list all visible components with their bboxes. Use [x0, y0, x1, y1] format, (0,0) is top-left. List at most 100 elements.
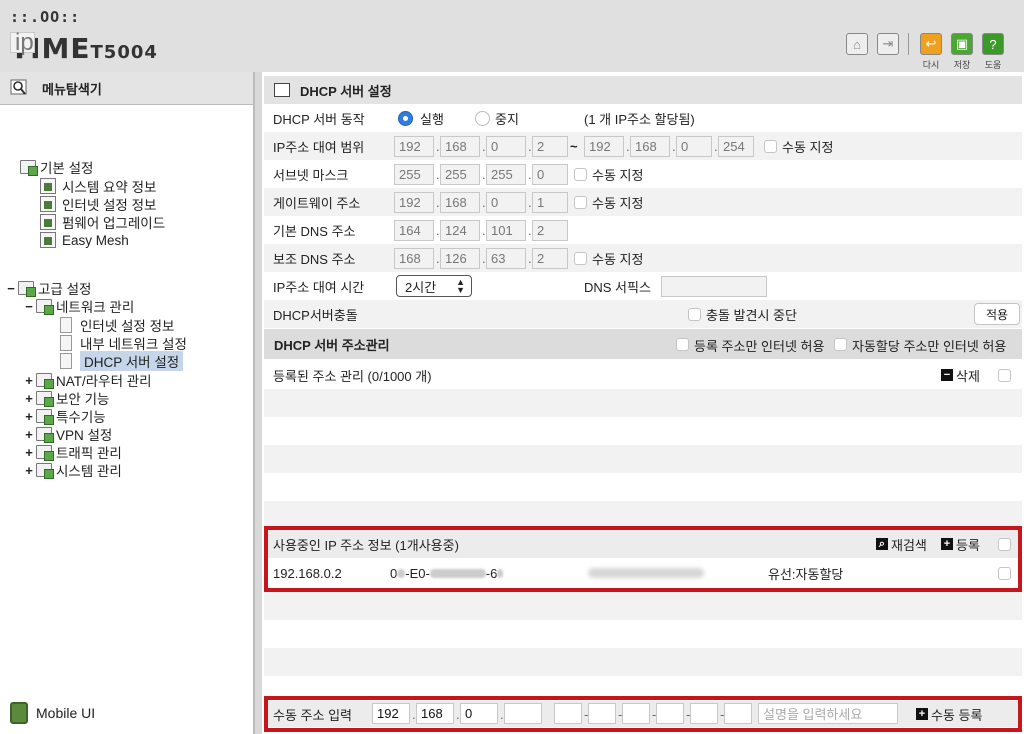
tree-label: 고급 설정	[38, 282, 92, 297]
dns1-octet-2[interactable]: 124	[440, 219, 480, 241]
tree-item-firmware-upgrade[interactable]: 펌웨어 업그레이드	[40, 212, 165, 232]
expand-toggle[interactable]: +	[22, 391, 36, 406]
range-start-octet-3[interactable]: 0	[486, 135, 526, 157]
subnet-octet-1[interactable]: 255	[394, 163, 434, 185]
registered-select-all-checkbox[interactable]	[998, 368, 1011, 382]
header: ::.OO:: ip TIMET5004 ⌂ ⇥ ↩ 다시 ▣ 저장 ? 도움	[0, 0, 1024, 72]
undo-icon[interactable]: ↩	[920, 33, 942, 55]
mesh-icon	[40, 232, 56, 248]
range-end-octet-3[interactable]: 0	[676, 135, 712, 157]
page-title: DHCP 서버 설정	[300, 83, 392, 99]
range-start-octet-1[interactable]: 192	[394, 135, 434, 157]
expand-toggle[interactable]: +	[22, 463, 36, 478]
tree-item-system-summary[interactable]: 시스템 요약 정보	[40, 176, 156, 196]
range-manual-checkbox[interactable]	[764, 139, 777, 153]
main-panel: DHCP 서버 설정 DHCP 서버 동작 실행 중지 (1 개 IP주소 할당…	[262, 72, 1024, 734]
tree-item-lan-settings[interactable]: 내부 네트워크 설정	[60, 333, 187, 353]
tree-traffic[interactable]: + 트래픽 관리	[22, 442, 122, 462]
dns1-octet-4[interactable]: 2	[532, 219, 568, 241]
dns1-octet-1[interactable]: 164	[394, 219, 434, 241]
dns2-manual-label: 수동 지정	[592, 251, 644, 267]
expand-toggle[interactable]: +	[22, 409, 36, 424]
range-manual-label: 수동 지정	[782, 139, 834, 155]
lease-time-label: IP주소 대여 시간	[273, 279, 365, 295]
gateway-octet-4[interactable]: 1	[532, 191, 568, 213]
subnet-octet-4[interactable]: 0	[532, 163, 568, 185]
range-end-octet-1[interactable]: 192	[584, 135, 624, 157]
tree-basic-settings[interactable]: 기본 설정	[20, 157, 93, 177]
range-end-octet-4[interactable]: 254	[718, 135, 754, 157]
tree-security[interactable]: + 보안 기능	[22, 388, 109, 408]
tree-label-selected: DHCP 서버 설정	[80, 351, 184, 371]
registered-only-checkbox[interactable]	[676, 338, 689, 351]
mobile-icon	[10, 702, 28, 724]
radio-stop-label: 중지	[495, 111, 519, 127]
dns2-manual-checkbox[interactable]	[574, 251, 587, 265]
assigned-count-note: (1 개 IP주소 할당됨)	[584, 111, 695, 127]
help-label: 도움	[984, 60, 1002, 70]
gateway-manual-checkbox[interactable]	[574, 195, 587, 209]
apply-button[interactable]: 적용	[974, 303, 1020, 325]
tree-label: 트래픽 관리	[56, 446, 122, 461]
empty-row	[264, 445, 1022, 473]
gateway-octet-2[interactable]: 168	[440, 191, 480, 213]
tree-label: 기본 설정	[40, 161, 94, 176]
row-gateway: 게이트웨이 주소 192 . 168 . 0 . 1 수동 지정	[264, 188, 1022, 216]
gateway-octet-3[interactable]: 0	[486, 191, 526, 213]
range-start-octet-2[interactable]: 168	[440, 135, 480, 157]
tree-vpn[interactable]: + VPN 설정	[22, 424, 112, 444]
collapse-toggle[interactable]: −	[4, 281, 18, 296]
undo-label: 다시	[922, 60, 940, 70]
tree-label: 인터넷 설정 정보	[62, 198, 157, 213]
row-dhcp-conflict: DHCP서버충돌 충돌 발견시 중단 적용	[264, 300, 1022, 328]
gateway-octet-1[interactable]: 192	[394, 191, 434, 213]
expand-toggle[interactable]: +	[22, 445, 36, 460]
lease-time-select[interactable]: 2시간 ▲ ▼	[396, 275, 472, 297]
gateway-label: 게이트웨이 주소	[273, 195, 361, 211]
dns2-octet-3[interactable]: 63	[486, 247, 526, 269]
system-folder-icon	[36, 463, 54, 479]
expand-toggle[interactable]: +	[22, 373, 36, 388]
subnet-octet-2[interactable]: 255	[440, 163, 480, 185]
subnet-octet-3[interactable]: 255	[486, 163, 526, 185]
tree-item-internet-settings[interactable]: 인터넷 설정 정보	[60, 315, 174, 335]
auto-only-checkbox[interactable]	[834, 338, 847, 351]
save-label: 저장	[953, 60, 971, 70]
addr-mgmt-title: DHCP 서버 주소관리	[274, 337, 390, 353]
delete-button[interactable]: − 삭제	[941, 366, 980, 385]
subnet-manual-checkbox[interactable]	[574, 167, 587, 181]
mobile-ui-link[interactable]: Mobile UI	[10, 702, 95, 724]
dns2-octet-1[interactable]: 168	[394, 247, 434, 269]
home-icon[interactable]: ⌂	[846, 33, 868, 55]
tree-item-easy-mesh[interactable]: Easy Mesh	[40, 232, 129, 248]
conflict-stop-checkbox[interactable]	[688, 307, 701, 321]
radio-run[interactable]	[398, 110, 413, 126]
help-icon[interactable]: ?	[982, 33, 1004, 55]
lock-folder-icon	[36, 391, 54, 407]
save-icon[interactable]: ▣	[951, 33, 973, 55]
settings-page-icon	[274, 83, 290, 97]
logo-ip: ip	[10, 29, 35, 56]
collapse-toggle[interactable]: −	[22, 299, 36, 314]
server-action-label: DHCP 서버 동작	[273, 111, 365, 127]
tree-nat-router[interactable]: + NAT/라우터 관리	[22, 370, 152, 390]
row-primary-dns: 기본 DNS 주소 164 . 124 . 101 . 2	[264, 216, 1022, 244]
row-lease-time: IP주소 대여 시간 2시간 ▲ ▼ DNS 서픽스	[264, 272, 1022, 300]
dns1-octet-3[interactable]: 101	[486, 219, 526, 241]
range-end-octet-2[interactable]: 168	[630, 135, 670, 157]
tree-advanced-settings[interactable]: − 고급 설정	[4, 278, 91, 298]
tree-item-dhcp-server[interactable]: DHCP 서버 설정	[60, 351, 184, 371]
header-divider	[908, 33, 909, 55]
range-start-octet-4[interactable]: 2	[532, 135, 568, 157]
logout-icon[interactable]: ⇥	[877, 33, 899, 55]
tree-item-internet-info[interactable]: 인터넷 설정 정보	[40, 194, 156, 214]
expand-toggle[interactable]: +	[22, 427, 36, 442]
tree-special[interactable]: + 특수기능	[22, 406, 106, 426]
dns-suffix-input[interactable]	[661, 275, 767, 297]
tree-system[interactable]: + 시스템 관리	[22, 460, 122, 480]
page-icon	[60, 335, 72, 351]
dns2-octet-2[interactable]: 126	[440, 247, 480, 269]
dns2-octet-4[interactable]: 2	[532, 247, 568, 269]
tree-network-management[interactable]: − 네트워크 관리	[22, 296, 134, 316]
radio-stop[interactable]	[475, 110, 490, 126]
